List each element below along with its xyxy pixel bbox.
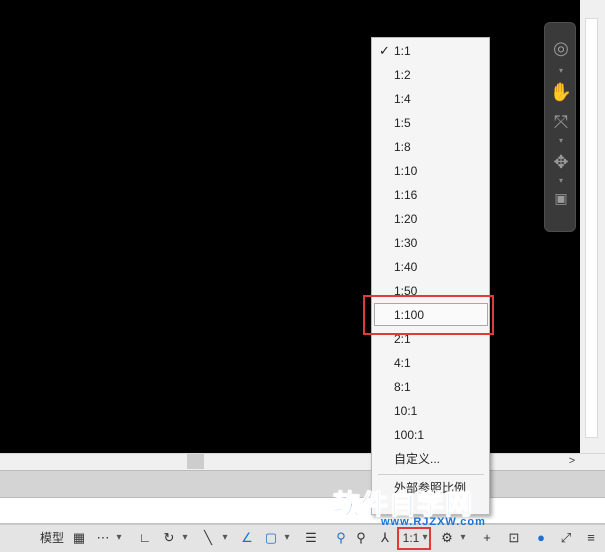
polar-dropdown-icon[interactable]: ▾ [180,527,190,549]
highlight-annotation-box [363,295,494,335]
fullscreen-icon[interactable]: ⤢ [557,527,575,549]
steering-wheel-icon[interactable]: ◎ [549,37,573,59]
snap-dropdown-icon[interactable]: ▾ [114,527,124,549]
command-history-bar [0,470,605,498]
zoom-dropdown-icon[interactable]: ▾ [559,137,563,145]
command-input[interactable] [0,498,605,524]
scale-option-8-1[interactable]: 8:1 [372,375,489,399]
workspace-gear-icon[interactable]: ⚙ [438,527,456,549]
units-icon[interactable]: ⊡ [505,527,523,549]
workspace-dropdown-icon[interactable]: ▾ [458,527,468,549]
zoom-icon[interactable]: ⤧ [549,111,573,133]
isodraft-icon[interactable]: ╲ [198,527,218,549]
scale-option-1-20[interactable]: 1:20 [372,207,489,231]
navigation-bar: ◎ ▾ ✋ ⤧ ▾ ✥ ▾ ▣ [544,22,576,232]
scale-option-1-30[interactable]: 1:30 [372,231,489,255]
scale-option-1-2[interactable]: 1:2 [372,63,489,87]
scale-annotation-box [397,527,431,550]
scale-option-1-40[interactable]: 1:40 [372,255,489,279]
scale-option-custom[interactable]: 自定义... [372,447,489,471]
vertical-scroll-thumb[interactable] [585,18,598,438]
menu-separator [378,474,484,475]
grid-icon[interactable]: ▦ [70,527,88,549]
external-ref-scale-option[interactable]: 外部参照比例 [372,476,489,500]
scale-option-1-10[interactable]: 1:10 [372,159,489,183]
horizontal-scrollbar[interactable] [0,453,605,470]
isolate-objects-icon[interactable]: ● [532,527,550,549]
annotation-scale-icon[interactable]: ⅄ [376,527,394,549]
check-icon: ✓ [379,43,390,58]
orbit-icon[interactable]: ✥ [549,151,573,173]
status-bar-left [0,525,34,552]
annotation-monitor-icon[interactable]: + [478,527,496,549]
scale-option-1-5[interactable]: 1:5 [372,111,489,135]
scale-option-1-16[interactable]: 1:16 [372,183,489,207]
ortho-icon[interactable]: ∟ [136,527,154,549]
nav-dropdown-icon[interactable]: ▾ [559,67,563,75]
scale-option-100-1[interactable]: 100:1 [372,423,489,447]
model-tab[interactable]: 模型 [38,527,66,549]
scale-option-1-4[interactable]: 1:4 [372,87,489,111]
snap-icon[interactable]: ⋯ [94,527,112,549]
scale-option-4-1[interactable]: 4:1 [372,351,489,375]
show-motion-icon[interactable]: ▣ [549,187,573,209]
annotation-visibility-icon[interactable]: ⚲ [332,527,350,549]
isodraft-dropdown-icon[interactable]: ▾ [220,527,230,549]
auto-scale-icon[interactable]: ⚲ [352,527,370,549]
object-snap-dropdown-icon[interactable]: ▾ [282,527,292,549]
object-snap-icon[interactable]: ▢ [262,527,280,549]
scroll-right-arrow-icon[interactable]: > [566,453,578,469]
horizontal-scroll-thumb[interactable] [187,454,204,469]
polar-tracking-icon[interactable]: ↻ [160,527,178,549]
scale-option-1-1[interactable]: ✓ 1:1 [372,39,489,63]
object-snap-tracking-icon[interactable]: ∠ [238,527,256,549]
drawing-canvas[interactable] [0,0,580,453]
scale-option-10-1[interactable]: 10:1 [372,399,489,423]
pan-hand-icon[interactable]: ✋ [549,81,573,103]
customize-menu-icon[interactable]: ≡ [582,527,600,549]
orbit-dropdown-icon[interactable]: ▾ [559,177,563,185]
lineweight-icon[interactable]: ☰ [302,527,320,549]
scale-option-1-8[interactable]: 1:8 [372,135,489,159]
